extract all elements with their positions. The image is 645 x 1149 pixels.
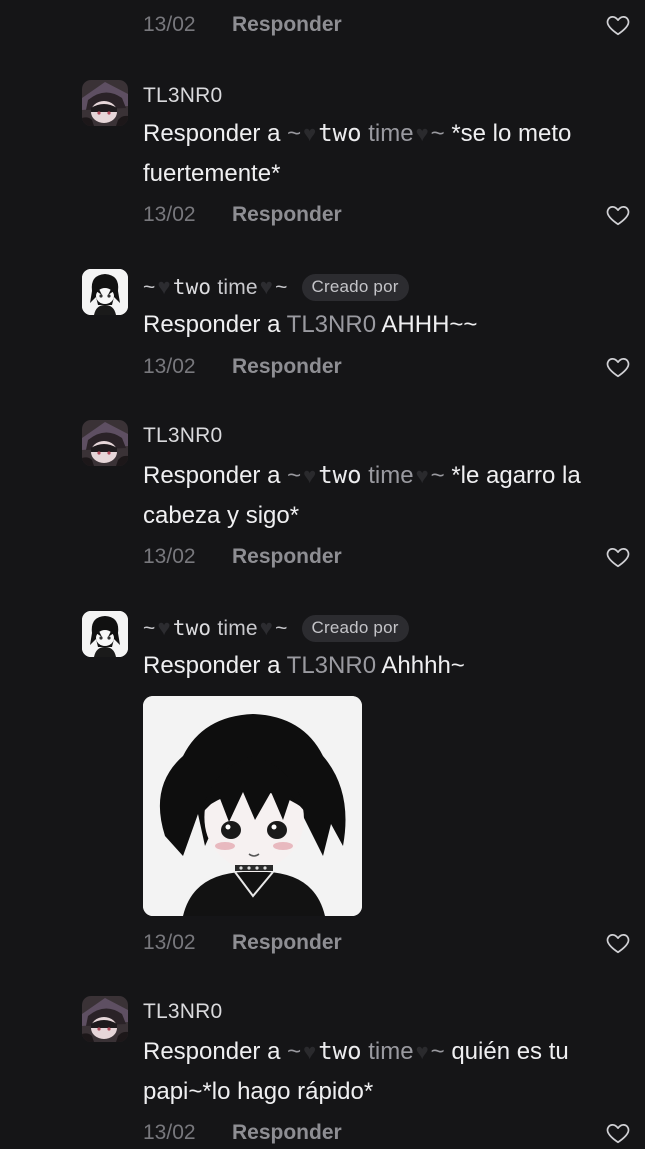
comment-author[interactable]: TL3NR0 xyxy=(143,998,222,1026)
black-heart-icon: ♥ xyxy=(259,615,274,640)
comment-author[interactable]: TL3NR0 xyxy=(143,82,222,110)
hooded-figure-avatar-icon xyxy=(82,80,128,126)
avatar[interactable] xyxy=(82,996,128,1042)
anime-character-image xyxy=(143,696,362,916)
reply-button[interactable]: Responder xyxy=(232,13,342,37)
author-name: TL3NR0 xyxy=(143,1000,223,1023)
reply-button[interactable]: Responder xyxy=(232,1121,342,1145)
comment-text: Responder a ~♥two time♥~ *le agarro la c… xyxy=(143,455,631,536)
comment-date: 13/02 xyxy=(143,1121,196,1144)
author-name: TL3NR0 xyxy=(143,424,223,447)
black-heart-icon: ♥ xyxy=(303,463,317,488)
reply-to-prefix: Responder a xyxy=(143,462,281,489)
comment-date: 13/02 xyxy=(143,355,196,378)
comment-text-line1: *le agarro la xyxy=(451,462,581,489)
comment-date: 13/02 xyxy=(143,203,196,226)
mention-tl3nr0[interactable]: TL3NR0 xyxy=(287,311,376,338)
comment-meta: 13/02 Responder xyxy=(143,927,631,959)
black-heart-icon: ♥ xyxy=(259,274,274,299)
heart-outline-icon[interactable] xyxy=(605,354,631,380)
reply-to-prefix: Responder a xyxy=(143,311,281,338)
attached-image[interactable] xyxy=(143,696,362,916)
creator-badge: Creado por xyxy=(301,614,409,642)
comment-text-line1: quién es tu xyxy=(451,1038,569,1065)
comment-meta: 13/02 Responder xyxy=(143,351,631,383)
reply-to-prefix: Responder a xyxy=(143,120,281,147)
anime-boy-avatar-icon xyxy=(82,611,128,657)
hooded-figure-avatar-icon xyxy=(82,420,128,466)
comment-date: 13/02 xyxy=(143,13,196,36)
reply-button[interactable]: Responder xyxy=(232,355,342,379)
hooded-figure-avatar-icon xyxy=(82,996,128,1042)
comment-date: 13/02 xyxy=(143,545,196,568)
author-name: ~♥two time♥~ xyxy=(143,615,288,640)
black-heart-icon: ♥ xyxy=(157,274,171,299)
author-name: ~♥two time♥~ xyxy=(143,274,288,299)
heart-outline-icon[interactable] xyxy=(605,1120,631,1146)
mention-two-time[interactable]: ~♥two time♥~ xyxy=(287,1037,445,1065)
mention-two-time[interactable]: ~♥two time♥~ xyxy=(287,461,445,489)
heart-outline-icon[interactable] xyxy=(605,202,631,228)
heart-outline-icon[interactable] xyxy=(605,930,631,956)
reply-to-prefix: Responder a xyxy=(143,1038,281,1065)
reply-button[interactable]: Responder xyxy=(232,545,342,569)
author-name: TL3NR0 xyxy=(143,84,223,107)
mention-tl3nr0[interactable]: TL3NR0 xyxy=(287,652,376,679)
comment-meta: 13/02 Responder xyxy=(143,9,631,41)
black-heart-icon: ♥ xyxy=(303,121,317,146)
avatar[interactable] xyxy=(82,420,128,466)
comment-author[interactable]: TL3NR0 xyxy=(143,422,222,450)
avatar[interactable] xyxy=(82,80,128,126)
comment-text-line1: AHHH~~ xyxy=(381,311,478,338)
reply-to-prefix: Responder a xyxy=(143,652,281,679)
comment-text-line2: fuertemente* xyxy=(143,160,281,187)
comment-text-line1: Ahhhh~ xyxy=(381,652,465,679)
comment-meta: 13/02 Responder xyxy=(143,1117,631,1149)
reply-button[interactable]: Responder xyxy=(232,931,342,955)
comment-meta: 13/02 Responder xyxy=(143,199,631,231)
black-heart-icon: ♥ xyxy=(415,1039,429,1064)
black-heart-icon: ♥ xyxy=(303,1039,317,1064)
comment-text-line2: papi~*lo hago rápido* xyxy=(143,1078,374,1105)
creator-badge: Creado por xyxy=(301,273,409,301)
comment-text: Responder a ~♥two time♥~ quién es tu pap… xyxy=(143,1031,631,1112)
anime-boy-avatar-icon xyxy=(82,269,128,315)
black-heart-icon: ♥ xyxy=(415,121,429,146)
reply-button[interactable]: Responder xyxy=(232,203,342,227)
comment-text: Responder a TL3NR0 Ahhhh~ xyxy=(143,646,631,686)
comment-text: Responder a ~♥two time♥~ *se lo meto fue… xyxy=(143,113,631,194)
heart-outline-icon[interactable] xyxy=(605,12,631,38)
comment-author[interactable]: ~♥two time♥~ Creado por xyxy=(143,613,409,643)
comment-author[interactable]: ~♥two time♥~ Creado por xyxy=(143,272,409,302)
comment-text: Responder a TL3NR0 AHHH~~ xyxy=(143,305,631,345)
avatar[interactable] xyxy=(82,269,128,315)
comment-text-line1: *se lo meto xyxy=(451,120,572,147)
comment-date: 13/02 xyxy=(143,931,196,954)
black-heart-icon: ♥ xyxy=(157,615,171,640)
avatar[interactable] xyxy=(82,611,128,657)
black-heart-icon: ♥ xyxy=(415,463,429,488)
comment-meta: 13/02 Responder xyxy=(143,541,631,573)
mention-two-time[interactable]: ~♥two time♥~ xyxy=(287,119,445,147)
comment-text-line2: cabeza y sigo* xyxy=(143,502,300,529)
heart-outline-icon[interactable] xyxy=(605,544,631,570)
